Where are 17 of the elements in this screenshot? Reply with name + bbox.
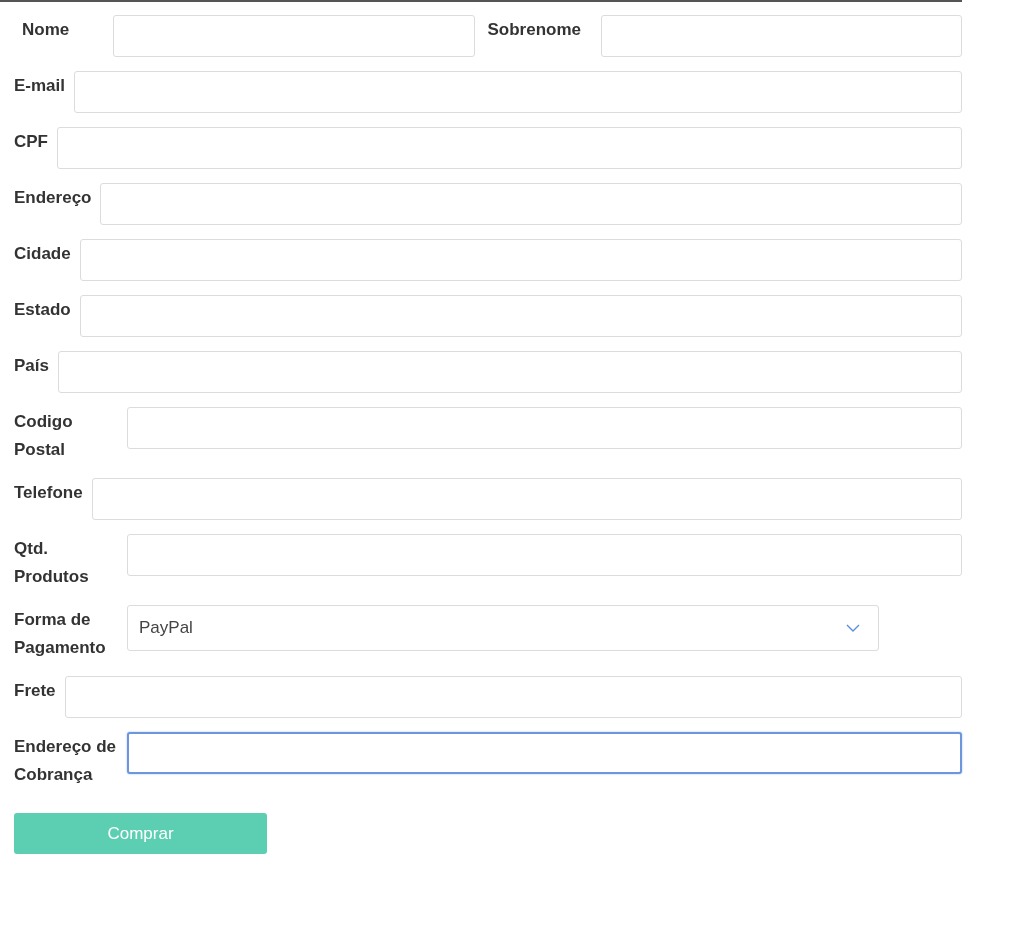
field-label: Codigo Postal (14, 411, 74, 461)
field-label: País (14, 355, 49, 377)
field-label: Estado (14, 299, 71, 321)
field-label: Frete (14, 680, 56, 702)
field-label: CPF (14, 131, 48, 153)
field-label: Nome (22, 19, 71, 41)
chevron-down-icon (846, 624, 860, 632)
field-label: Qtd. Produtos (14, 538, 90, 588)
field-label: Endereço (14, 187, 92, 209)
field-label: Forma de Pagamento (14, 609, 107, 659)
field-label: E-mail (14, 75, 66, 97)
field-label: Cidade (14, 243, 71, 265)
dropdown[interactable]: PayPal (127, 605, 879, 651)
input-field[interactable] (127, 732, 962, 774)
field-label: Telefone (14, 482, 83, 504)
field-label: Endereço de Cobrança (14, 736, 118, 786)
field-label: Sobrenome (487, 19, 583, 41)
